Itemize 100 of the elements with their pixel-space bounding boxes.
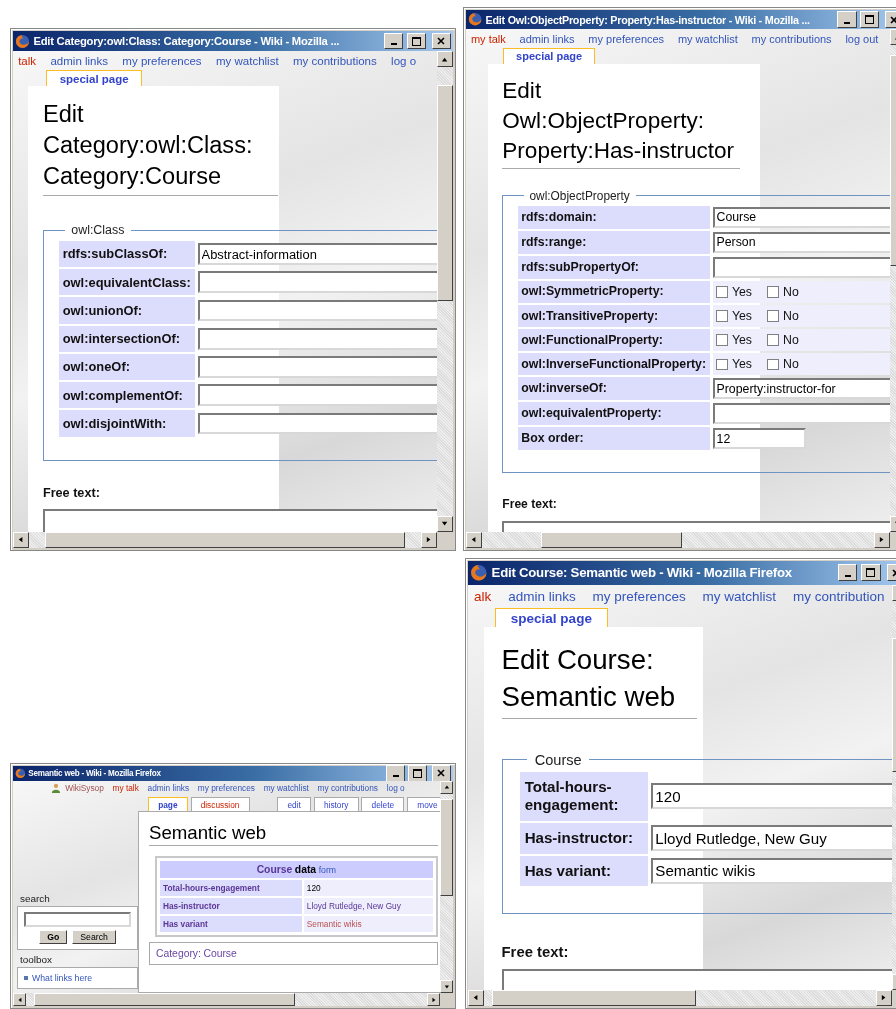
nav-link[interactable]: admin links: [147, 783, 190, 794]
tab[interactable]: discussion: [190, 797, 250, 811]
nav-link[interactable]: log out: [845, 33, 879, 46]
scroll-left-button[interactable]: [466, 532, 482, 548]
scroll-right-button[interactable]: [421, 532, 437, 548]
nav-link[interactable]: my preferences: [122, 55, 202, 68]
nav-link[interactable]: my contributions: [751, 33, 832, 46]
text-field[interactable]: [197, 384, 437, 407]
maximize-button[interactable]: [407, 764, 428, 782]
search-button[interactable]: Search: [72, 930, 116, 945]
scrollbar-thumb[interactable]: [34, 993, 295, 1006]
nav-link[interactable]: talk: [18, 55, 37, 68]
checkbox[interactable]: [716, 358, 728, 371]
minimize-button[interactable]: [384, 32, 404, 50]
tab[interactable]: history: [313, 797, 359, 811]
text-field[interactable]: Course: [712, 206, 890, 228]
text-field[interactable]: Abstract-information: [197, 243, 437, 265]
tab[interactable]: page: [148, 797, 188, 811]
class-link[interactable]: Course: [256, 863, 293, 875]
minimize-button[interactable]: [386, 764, 406, 782]
vertical-scrollbar[interactable]: [440, 780, 453, 993]
text-field[interactable]: [712, 256, 890, 278]
text-field[interactable]: [197, 412, 437, 435]
scroll-down-button[interactable]: [440, 980, 453, 993]
search-button[interactable]: Go: [39, 930, 68, 945]
scroll-right-button[interactable]: [876, 990, 892, 1006]
checkbox[interactable]: [716, 286, 728, 298]
nav-link[interactable]: my preferences: [588, 33, 665, 46]
nav-link[interactable]: my contributions: [317, 783, 378, 794]
horizontal-scrollbar[interactable]: [468, 990, 896, 1006]
checkbox[interactable]: [767, 334, 779, 346]
nav-link[interactable]: log o: [386, 783, 405, 794]
nav-link[interactable]: my watchlist: [677, 33, 738, 46]
nav-link[interactable]: my contributions: [293, 55, 377, 68]
text-field[interactable]: [197, 271, 437, 294]
course-link[interactable]: Course: [203, 947, 237, 959]
tab[interactable]: special page: [503, 47, 596, 64]
scroll-up-button[interactable]: [437, 51, 453, 68]
category-link[interactable]: Category:: [156, 947, 201, 959]
text-field[interactable]: 120: [651, 783, 892, 810]
scroll-right-button[interactable]: [874, 532, 890, 548]
nav-link[interactable]: my preferences: [592, 589, 686, 605]
nav-link[interactable]: my watchlist: [263, 783, 309, 794]
nav-link[interactable]: my preferences: [197, 783, 255, 794]
form-link[interactable]: form: [318, 864, 337, 875]
text-field[interactable]: 12: [712, 428, 807, 450]
nav-link[interactable]: log o: [391, 55, 417, 68]
maximize-button[interactable]: [861, 564, 881, 582]
text-field[interactable]: [712, 403, 890, 425]
nav-link[interactable]: my watchlist: [216, 55, 279, 68]
text-field[interactable]: Semantic wikis: [651, 858, 892, 884]
search-field[interactable]: [24, 912, 131, 928]
horizontal-scrollbar[interactable]: [13, 532, 453, 548]
scroll-left-button[interactable]: [468, 990, 484, 1006]
checkbox[interactable]: [716, 310, 728, 322]
tab[interactable]: move: [407, 797, 440, 811]
minimize-button[interactable]: [837, 11, 857, 28]
tab[interactable]: edit: [277, 797, 311, 811]
nav-link[interactable]: my talk: [112, 783, 139, 794]
scroll-down-button[interactable]: [437, 516, 453, 532]
text-field[interactable]: Property:instructor-for: [712, 378, 890, 400]
nav-link[interactable]: admin links: [508, 589, 576, 605]
property-value[interactable]: Lloyd Rutledge, New Guy: [303, 897, 433, 914]
scrollbar-thumb[interactable]: [540, 532, 682, 548]
minimize-button[interactable]: [837, 564, 858, 582]
scroll-left-button[interactable]: [13, 993, 26, 1006]
toolbox-link[interactable]: What links here: [32, 973, 92, 984]
close-button[interactable]: [431, 32, 451, 50]
nav-link[interactable]: admin links: [50, 55, 108, 68]
scrollbar-thumb[interactable]: [44, 532, 406, 548]
maximize-button[interactable]: [860, 11, 880, 28]
checkbox[interactable]: [767, 310, 779, 322]
checkbox[interactable]: [716, 334, 728, 346]
checkbox[interactable]: [767, 358, 779, 371]
scroll-right-button[interactable]: [427, 993, 440, 1006]
nav-link[interactable]: alk: [474, 589, 492, 605]
text-field[interactable]: Person: [712, 231, 890, 253]
checkbox[interactable]: [767, 286, 779, 298]
nav-link[interactable]: admin links: [519, 33, 575, 46]
nav-link[interactable]: my watchlist: [702, 589, 777, 605]
scrollbar-thumb[interactable]: [440, 799, 453, 897]
text-field[interactable]: [197, 327, 437, 350]
nav-link[interactable]: my contribution: [792, 589, 885, 605]
tab[interactable]: delete: [361, 797, 405, 811]
scroll-left-button[interactable]: [13, 532, 29, 548]
text-field[interactable]: Lloyd Rutledge, New Guy: [651, 825, 892, 851]
tab[interactable]: special page: [495, 607, 608, 628]
scrollbar-thumb[interactable]: [437, 85, 453, 301]
close-button[interactable]: [431, 764, 451, 782]
text-field[interactable]: [197, 356, 437, 378]
text-field[interactable]: [197, 299, 437, 322]
nav-link[interactable]: my talk: [470, 33, 506, 46]
maximize-button[interactable]: [406, 32, 427, 50]
horizontal-scrollbar[interactable]: [13, 993, 453, 1006]
tab[interactable]: special page: [46, 70, 143, 86]
scrollbar-thumb[interactable]: [491, 990, 696, 1006]
horizontal-scrollbar[interactable]: [466, 532, 896, 548]
user-link[interactable]: WikiSysop: [65, 783, 104, 794]
property-value[interactable]: Semantic wikis: [303, 915, 433, 932]
vertical-scrollbar[interactable]: [437, 51, 453, 532]
